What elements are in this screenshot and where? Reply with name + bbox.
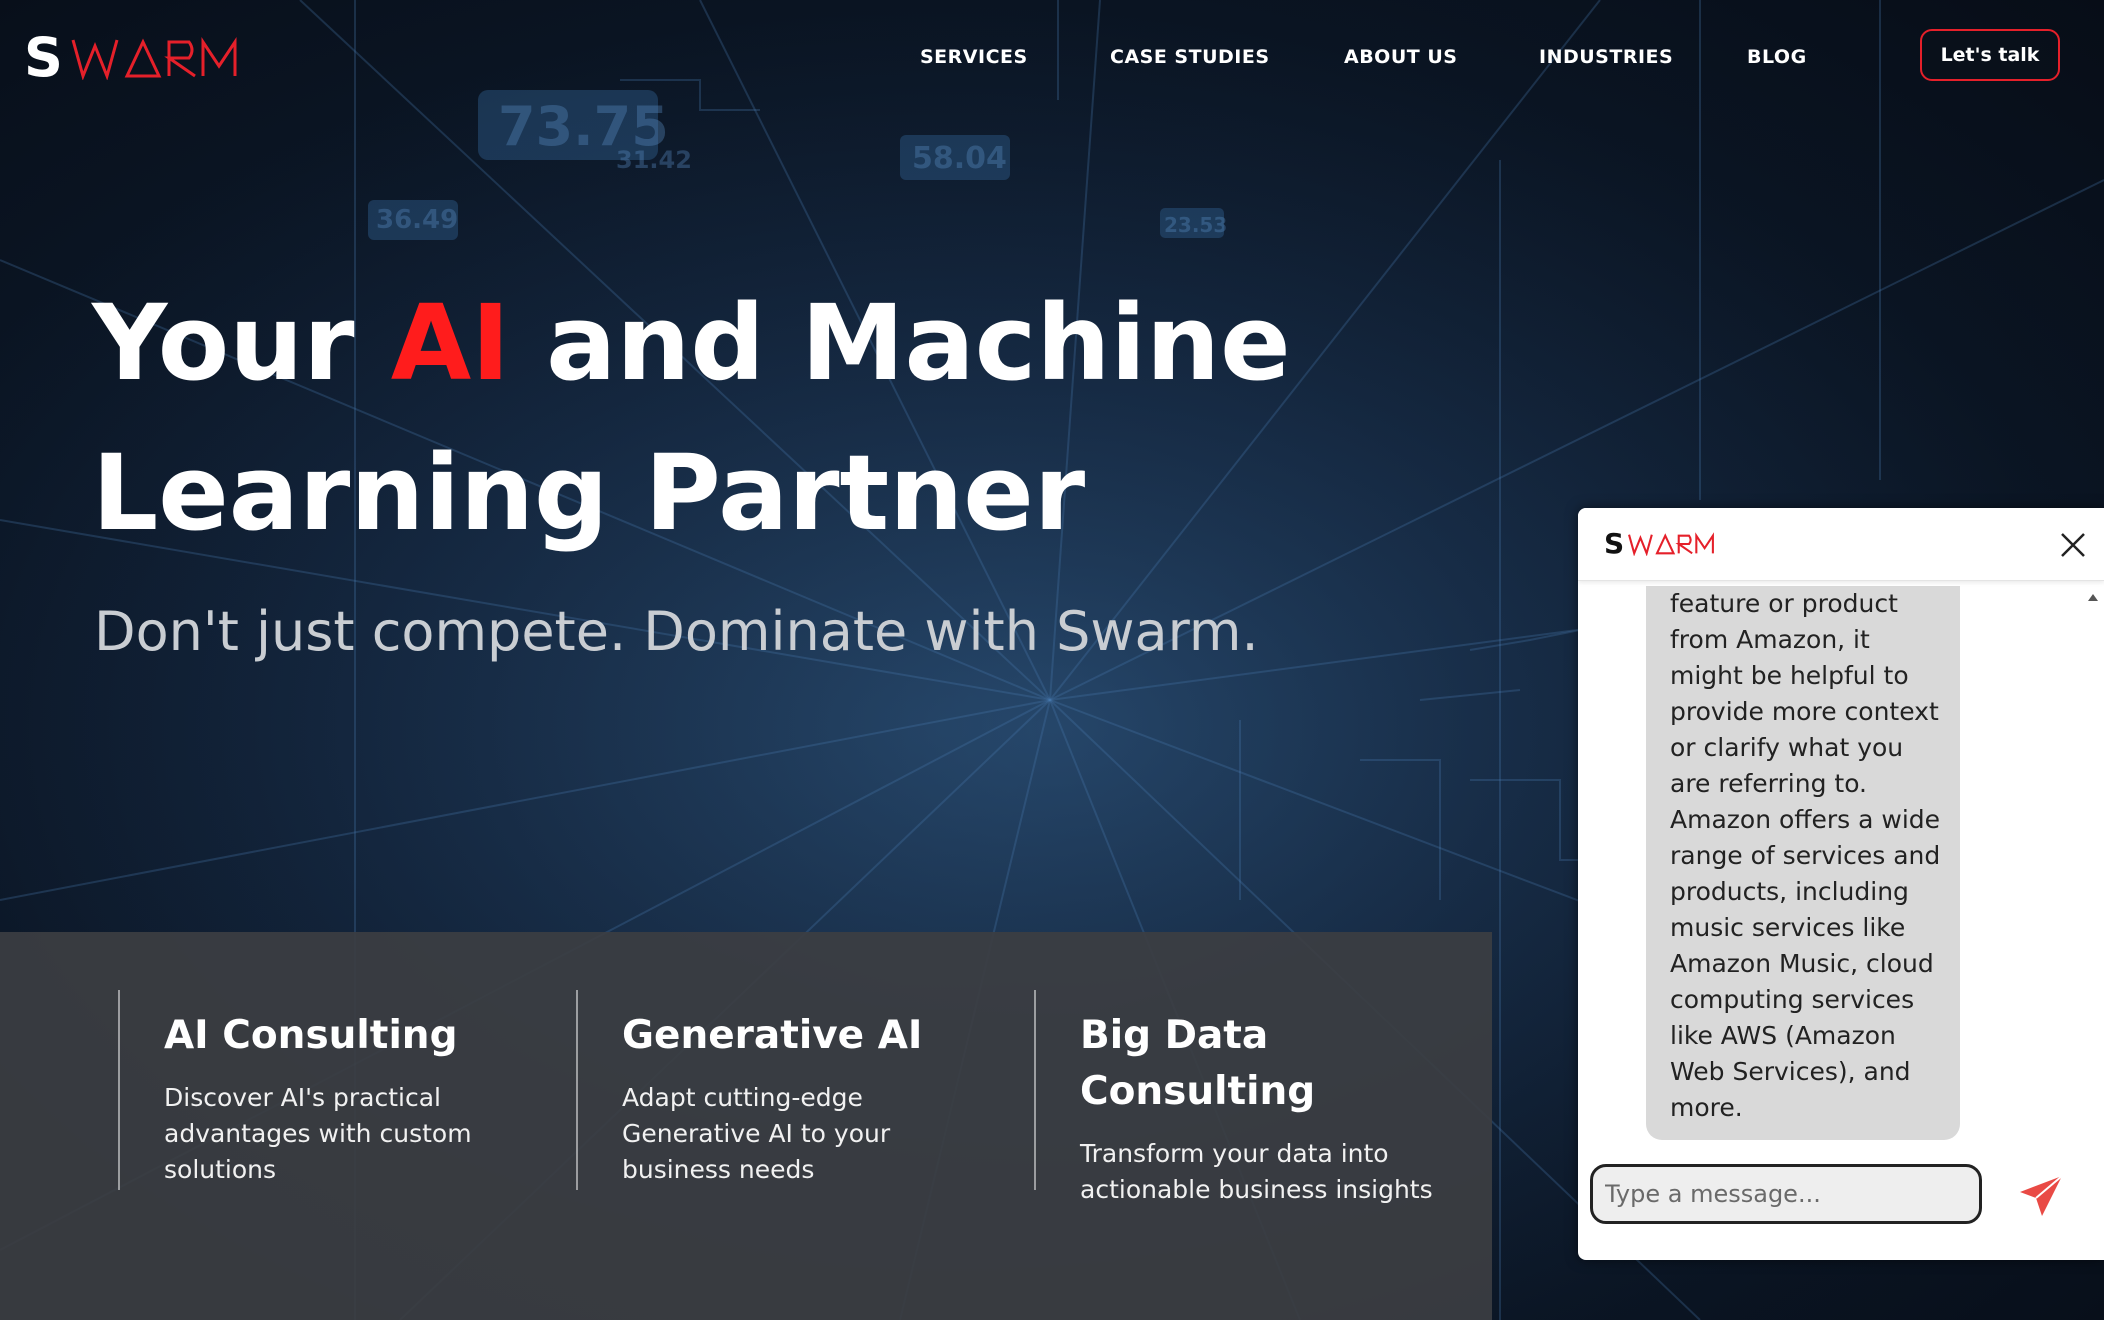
service-description: Adapt cutting-edge Generative AI to your… — [622, 1083, 891, 1184]
chat-header: S — [1578, 508, 2104, 581]
nav-services[interactable]: SERVICES — [920, 40, 1028, 74]
hero-title: Your AI and Machine Learning Partner — [92, 268, 1792, 568]
nav-industries[interactable]: INDUSTRIES — [1539, 40, 1673, 74]
service-card-ai-consulting[interactable]: AI Consulting Discover AI's practical ad… — [118, 932, 558, 1320]
chat-logo-wordmark-graphic — [1628, 532, 1715, 556]
service-title: Generative AI — [622, 1013, 923, 1058]
service-title: Big Data Consulting — [1080, 1013, 1316, 1114]
main-nav: SERVICES CASE STUDIES ABOUT US INDUSTRIE… — [0, 40, 2104, 74]
svg-text:23.53: 23.53 — [1164, 213, 1227, 237]
card-divider — [1034, 990, 1036, 1190]
chat-message-input[interactable] — [1590, 1164, 1982, 1224]
service-description: Transform your data into actionable busi… — [1080, 1139, 1433, 1204]
nav-case-studies[interactable]: CASE STUDIES — [1110, 40, 1270, 74]
send-icon[interactable] — [2014, 1168, 2068, 1222]
svg-text:58.04: 58.04 — [912, 141, 1007, 176]
hero-subtitle: Don't just compete. Dominate with Swarm. — [94, 600, 1259, 663]
chat-logo: S — [1604, 530, 1716, 558]
nav-about-us[interactable]: ABOUT US — [1344, 40, 1457, 74]
bot-message-bubble: feature or product from Amazon, it might… — [1646, 586, 1960, 1140]
service-description: Discover AI's practical advantages with … — [164, 1083, 472, 1184]
chat-messages[interactable]: feature or product from Amazon, it might… — [1578, 580, 2104, 1140]
card-divider — [576, 990, 578, 1190]
svg-text:31.42: 31.42 — [616, 146, 692, 174]
scroll-up-arrow-icon[interactable] — [2088, 594, 2098, 601]
card-divider — [118, 990, 120, 1190]
service-card-big-data-consulting[interactable]: Big Data Consulting Transform your data … — [1034, 932, 1474, 1320]
service-card-generative-ai[interactable]: Generative AI Adapt cutting-edge Generat… — [576, 932, 1016, 1320]
services-panel: AI Consulting Discover AI's practical ad… — [0, 932, 1492, 1320]
svg-text:36.49: 36.49 — [376, 205, 458, 235]
service-title: AI Consulting — [164, 1013, 458, 1058]
hero-title-accent: AI — [390, 282, 510, 404]
hero-title-start: Your — [92, 282, 391, 404]
close-icon[interactable] — [2058, 530, 2088, 560]
chat-widget: S feature or product from Amazon, it mig… — [1578, 508, 2104, 1260]
lets-talk-button[interactable]: Let's talk — [1920, 29, 2060, 81]
nav-blog[interactable]: BLOG — [1747, 40, 1807, 74]
chat-logo-initial: S — [1604, 527, 1625, 560]
